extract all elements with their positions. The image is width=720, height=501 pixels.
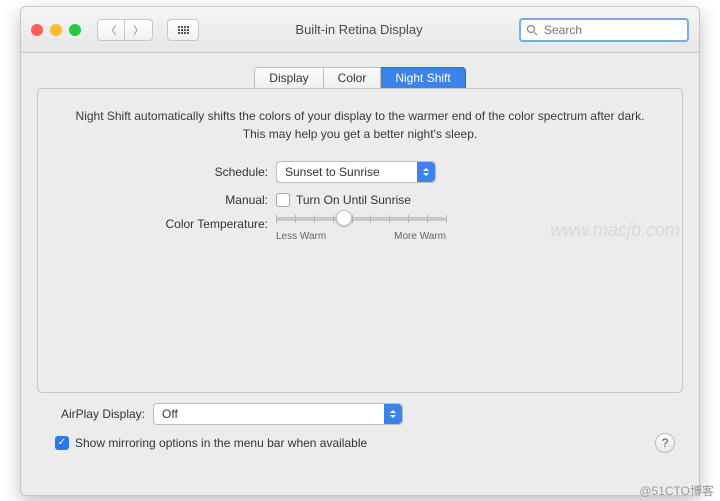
search-icon (526, 24, 538, 36)
slider-labels: Less Warm More Warm (276, 231, 446, 242)
slider-left-label: Less Warm (276, 231, 326, 242)
manual-checkbox-group[interactable]: Turn On Until Sunrise (276, 193, 411, 207)
airplay-value: Off (162, 407, 178, 421)
help-icon: ? (662, 436, 669, 450)
dropdown-arrows-icon (417, 162, 435, 182)
dropdown-arrows-icon (384, 404, 402, 424)
forward-button[interactable]: 〉 (125, 19, 153, 41)
titlebar: 〈 〉 Built-in Retina Display (21, 7, 699, 53)
minimize-button[interactable] (50, 24, 62, 36)
help-button[interactable]: ? (655, 433, 675, 453)
manual-checkbox[interactable] (276, 193, 290, 207)
description-text: Night Shift automatically shifts the col… (64, 107, 656, 143)
manual-label: Manual: (64, 193, 276, 207)
schedule-select[interactable]: Sunset to Sunrise (276, 161, 436, 183)
search-field[interactable] (519, 18, 689, 42)
tab-color[interactable]: Color (324, 67, 382, 89)
zoom-button[interactable] (69, 24, 81, 36)
slider-knob[interactable] (336, 210, 352, 226)
colortemp-slider[interactable]: Less Warm More Warm (276, 217, 446, 242)
corner-attribution: @51CTO博客 (639, 482, 714, 499)
colortemp-label: Color Temperature: (64, 217, 276, 231)
schedule-label: Schedule: (64, 165, 276, 179)
mirror-text: Show mirroring options in the menu bar w… (75, 436, 367, 450)
mirror-checkbox[interactable] (55, 436, 69, 450)
chevron-left-icon: 〈 (106, 22, 117, 38)
manual-text: Turn On Until Sunrise (296, 193, 411, 207)
slider-track (276, 217, 446, 221)
airplay-row: AirPlay Display: Off (45, 403, 675, 425)
schedule-row: Schedule: Sunset to Sunrise (64, 161, 656, 183)
tab-bar: Display Color Night Shift (37, 67, 683, 89)
back-button[interactable]: 〈 (97, 19, 125, 41)
manual-row: Manual: Turn On Until Sunrise (64, 193, 656, 207)
mirror-checkbox-group[interactable]: Show mirroring options in the menu bar w… (55, 436, 367, 450)
grid-icon (178, 26, 189, 34)
night-shift-panel: Night Shift automatically shifts the col… (37, 88, 683, 393)
slider-right-label: More Warm (394, 231, 446, 242)
mirror-row: Show mirroring options in the menu bar w… (45, 433, 675, 453)
tab-display[interactable]: Display (254, 67, 323, 89)
tab-night-shift[interactable]: Night Shift (381, 67, 465, 89)
content-area: Display Color Night Shift Night Shift au… (21, 53, 699, 495)
window-title: Built-in Retina Display (207, 22, 511, 37)
nav-buttons: 〈 〉 (97, 19, 153, 41)
chevron-right-icon: 〉 (133, 22, 144, 38)
window-controls (31, 24, 81, 36)
close-button[interactable] (31, 24, 43, 36)
colortemp-row: Color Temperature: Less Warm More Warm (64, 217, 656, 242)
bottom-area: AirPlay Display: Off Show mirroring opti… (37, 393, 683, 463)
search-input[interactable] (542, 22, 701, 38)
airplay-label: AirPlay Display: (45, 407, 153, 421)
schedule-value: Sunset to Sunrise (285, 165, 380, 179)
show-all-button[interactable] (167, 19, 199, 41)
airplay-select[interactable]: Off (153, 403, 403, 425)
prefs-window: 〈 〉 Built-in Retina Display Display Colo… (20, 6, 700, 496)
